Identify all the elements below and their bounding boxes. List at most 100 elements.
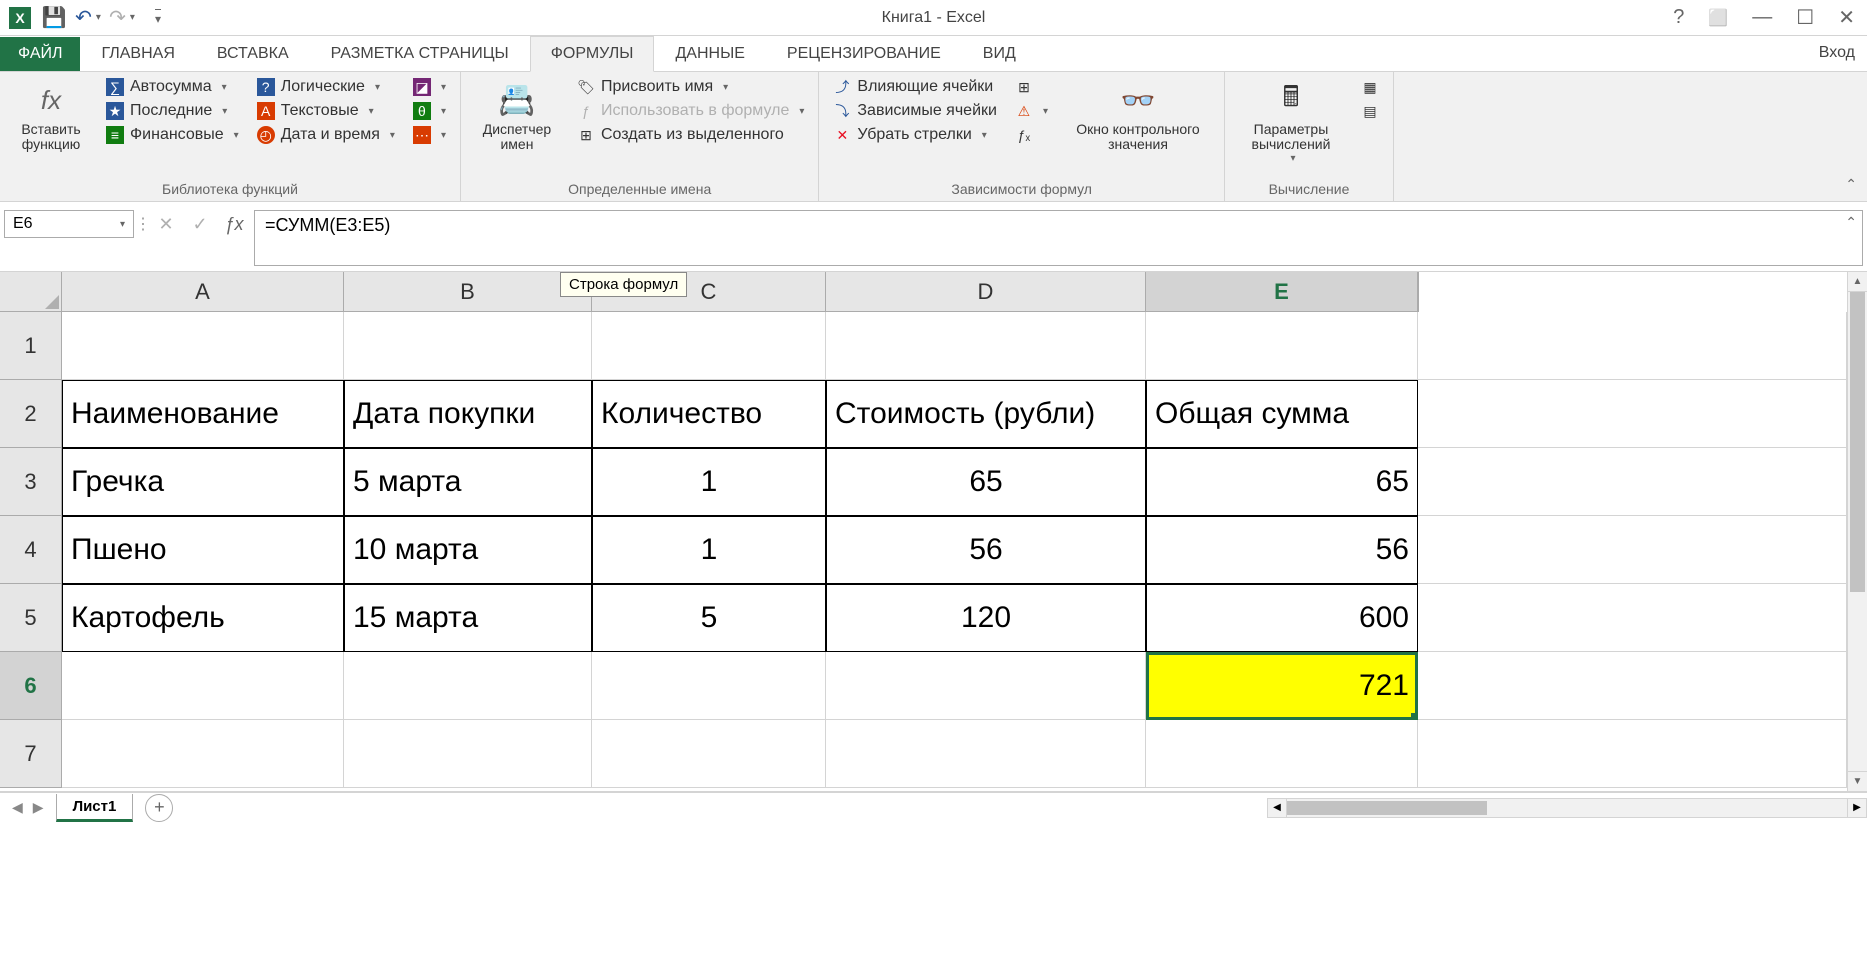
cell-E2[interactable]: Общая сумма xyxy=(1146,380,1418,448)
calculate-sheet-button[interactable]: ▤ xyxy=(1355,100,1385,122)
cell-B6[interactable] xyxy=(344,652,592,720)
cell-C4[interactable]: 1 xyxy=(592,516,826,584)
column-header-A[interactable]: A xyxy=(62,272,344,312)
scroll-down-button[interactable]: ▼ xyxy=(1848,771,1867,791)
undo-button[interactable]: ↶▾ xyxy=(72,2,104,34)
enter-button[interactable]: ✓ xyxy=(186,210,214,238)
row-header-7[interactable]: 7 xyxy=(0,720,62,788)
cell-C1[interactable] xyxy=(592,312,826,380)
cancel-button[interactable]: ✕ xyxy=(152,210,180,238)
maximize-button[interactable]: ☐ xyxy=(1790,3,1820,32)
tab-home[interactable]: ГЛАВНАЯ xyxy=(80,36,195,71)
recent-button[interactable]: ★Последние▾ xyxy=(100,100,245,122)
ribbon-display-button[interactable]: ⬜ xyxy=(1702,6,1734,30)
horizontal-scrollbar[interactable]: ◀ ▶ xyxy=(1267,798,1867,818)
math-button[interactable]: θ▾ xyxy=(407,100,452,122)
signin-link[interactable]: Вход xyxy=(1819,44,1855,62)
cell-E6[interactable]: 721 xyxy=(1146,652,1418,720)
cell-blank[interactable] xyxy=(1418,380,1847,448)
scroll-thumb[interactable] xyxy=(1850,292,1865,592)
lookup-button[interactable]: ◪▾ xyxy=(407,76,452,98)
cell-A5[interactable]: Картофель xyxy=(62,584,344,652)
cell-blank[interactable] xyxy=(1418,448,1847,516)
tab-pagelayout[interactable]: РАЗМЕТКА СТРАНИЦЫ xyxy=(310,36,530,71)
qat-customize[interactable]: ▾ xyxy=(140,2,172,34)
cell-B1[interactable] xyxy=(344,312,592,380)
hscroll-thumb[interactable] xyxy=(1287,801,1487,815)
sheet-nav-prev[interactable]: ◀ xyxy=(8,797,27,818)
cell-B4[interactable]: 10 марта xyxy=(344,516,592,584)
create-from-selection-button[interactable]: ⊞Создать из выделенного xyxy=(571,124,810,146)
cell-E3[interactable]: 65 xyxy=(1146,448,1418,516)
row-header-3[interactable]: 3 xyxy=(0,448,62,516)
sheet-nav-next[interactable]: ▶ xyxy=(29,797,48,818)
scroll-up-button[interactable]: ▲ xyxy=(1848,272,1867,292)
row-header-5[interactable]: 5 xyxy=(0,584,62,652)
close-button[interactable]: ✕ xyxy=(1832,3,1861,32)
tab-formulas[interactable]: ФОРМУЛЫ xyxy=(530,36,655,72)
sheet-tab[interactable]: Лист1 xyxy=(56,794,134,822)
evaluate-formula-button[interactable]: ƒₓ xyxy=(1009,124,1054,146)
help-button[interactable]: ? xyxy=(1667,4,1690,31)
cell-E5[interactable]: 600 xyxy=(1146,584,1418,652)
remove-arrows-button[interactable]: ✕Убрать стрелки▾ xyxy=(827,124,1003,146)
use-in-formula-button[interactable]: ƒИспользовать в формуле▾ xyxy=(571,100,810,122)
vertical-scrollbar[interactable]: ▲ ▼ xyxy=(1847,272,1867,791)
cell-D5[interactable]: 120 xyxy=(826,584,1146,652)
cell-B5[interactable]: 15 марта xyxy=(344,584,592,652)
autosum-button[interactable]: ∑Автосумма▾ xyxy=(100,76,245,98)
scroll-right-button[interactable]: ▶ xyxy=(1847,798,1867,818)
cell-blank[interactable] xyxy=(1418,652,1847,720)
cell-E1[interactable] xyxy=(1146,312,1418,380)
formula-input[interactable] xyxy=(254,210,1863,266)
add-sheet-button[interactable]: + xyxy=(145,794,173,822)
scroll-left-button[interactable]: ◀ xyxy=(1267,798,1287,818)
cell-C6[interactable] xyxy=(592,652,826,720)
cell-D7[interactable] xyxy=(826,720,1146,788)
cell-A7[interactable] xyxy=(62,720,344,788)
cell-A4[interactable]: Пшено xyxy=(62,516,344,584)
save-button[interactable]: 💾 xyxy=(38,2,70,34)
text-button[interactable]: AТекстовые▾ xyxy=(251,100,401,122)
excel-icon[interactable]: X xyxy=(4,2,36,34)
cell-D3[interactable]: 65 xyxy=(826,448,1146,516)
cell-D4[interactable]: 56 xyxy=(826,516,1146,584)
name-manager-button[interactable]: 📇 Диспетчер имен xyxy=(469,76,565,179)
cell-A2[interactable]: Наименование xyxy=(62,380,344,448)
tab-file[interactable]: ФАЙЛ xyxy=(0,37,80,71)
row-header-4[interactable]: 4 xyxy=(0,516,62,584)
financial-button[interactable]: ≡Финансовые▾ xyxy=(100,124,245,146)
cell-D2[interactable]: Стоимость (рубли) xyxy=(826,380,1146,448)
cell-C2[interactable]: Количество xyxy=(592,380,826,448)
collapse-ribbon-button[interactable]: ⌃ xyxy=(1845,176,1857,193)
logical-button[interactable]: ?Логические▾ xyxy=(251,76,401,98)
column-header-blank[interactable] xyxy=(1418,272,1419,312)
show-formulas-button[interactable]: ⊞ xyxy=(1009,76,1054,98)
cell-blank[interactable] xyxy=(1418,516,1847,584)
cell-A6[interactable] xyxy=(62,652,344,720)
hscroll-track[interactable] xyxy=(1287,798,1847,818)
cell-D1[interactable] xyxy=(826,312,1146,380)
calculation-options-button[interactable]: 🖩 Параметры вычислений▾ xyxy=(1233,76,1349,179)
cell-B3[interactable]: 5 марта xyxy=(344,448,592,516)
row-header-6[interactable]: 6 xyxy=(0,652,62,720)
trace-dependents-button[interactable]: ⤵Зависимые ячейки xyxy=(827,100,1003,122)
cell-D6[interactable] xyxy=(826,652,1146,720)
cell-blank[interactable] xyxy=(1418,584,1847,652)
cell-E4[interactable]: 56 xyxy=(1146,516,1418,584)
cell-blank[interactable] xyxy=(1418,312,1847,380)
tab-insert[interactable]: ВСТАВКА xyxy=(196,36,310,71)
watch-window-button[interactable]: 👓 Окно контрольного значения xyxy=(1060,76,1216,179)
cell-C5[interactable]: 5 xyxy=(592,584,826,652)
column-header-D[interactable]: D xyxy=(826,272,1146,312)
cell-B7[interactable] xyxy=(344,720,592,788)
column-header-E[interactable]: E xyxy=(1146,272,1418,312)
calculate-now-button[interactable]: ▦ xyxy=(1355,76,1385,98)
minimize-button[interactable]: — xyxy=(1746,4,1778,31)
row-header-2[interactable]: 2 xyxy=(0,380,62,448)
cell-A3[interactable]: Гречка xyxy=(62,448,344,516)
datetime-button[interactable]: ◴Дата и время▾ xyxy=(251,124,401,146)
error-checking-button[interactable]: ⚠▾ xyxy=(1009,100,1054,122)
define-name-button[interactable]: 🏷Присвоить имя▾ xyxy=(571,76,810,98)
more-functions-button[interactable]: ⋯▾ xyxy=(407,124,452,146)
